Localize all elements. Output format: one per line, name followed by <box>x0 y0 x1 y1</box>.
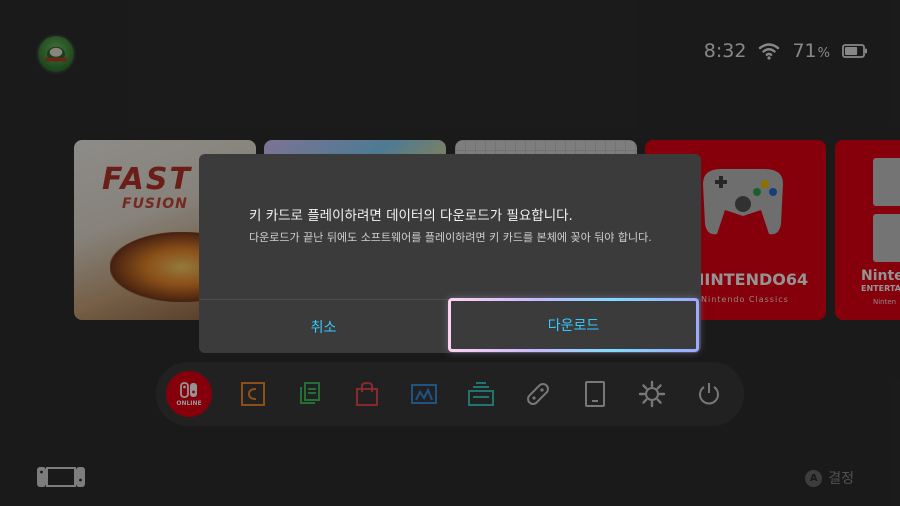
dialog-body: 다운로드가 끝난 뒤에도 소프트웨어를 플레이하려면 키 카드를 본체에 꽂아 … <box>249 231 652 244</box>
home-screen: 8:32 71% FAST FUSION NINTENDO64 Nintendo… <box>0 0 900 506</box>
download-required-dialog: 키 카드로 플레이하려면 데이터의 다운로드가 필요합니다. 다운로드가 끝난 … <box>199 154 701 353</box>
download-button[interactable]: 다운로드 <box>448 298 699 352</box>
dialog-title: 키 카드로 플레이하려면 데이터의 다운로드가 필요합니다. <box>249 208 573 224</box>
cancel-button[interactable]: 취소 <box>199 300 448 353</box>
